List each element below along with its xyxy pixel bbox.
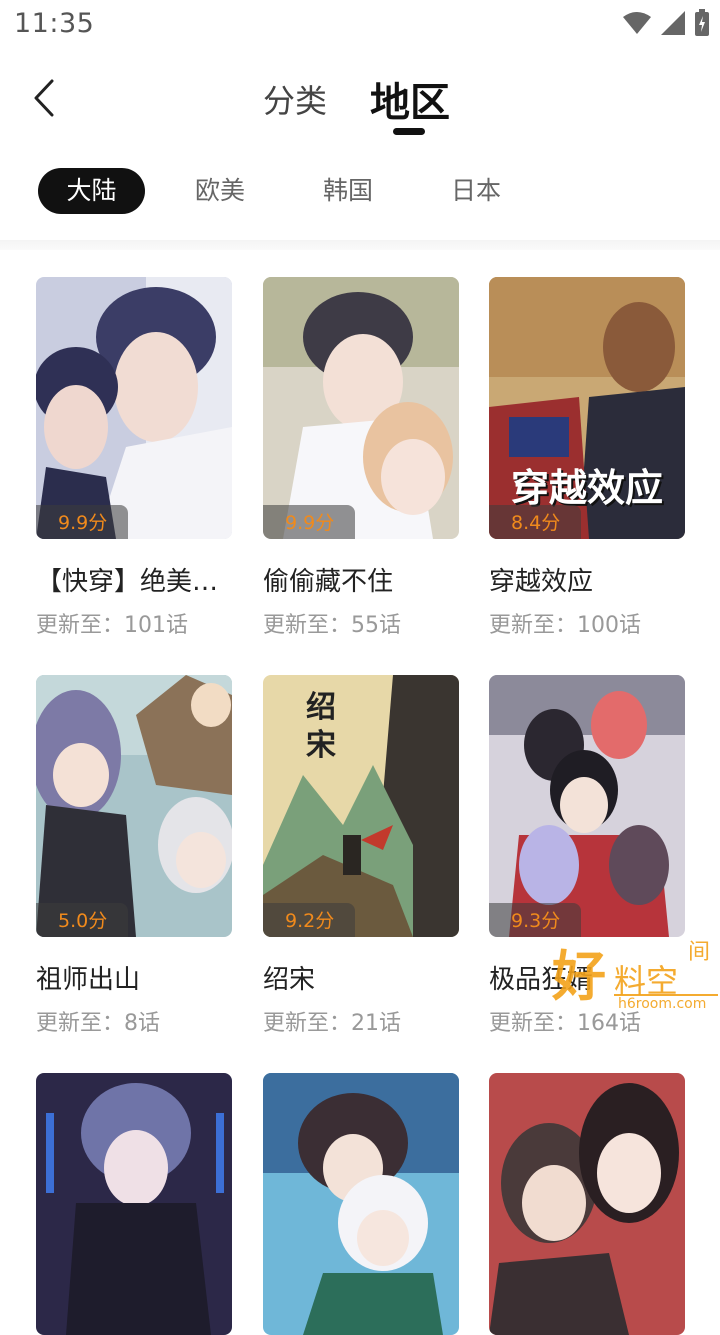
comic-title[interactable]: 绍宋: [263, 959, 463, 996]
cover-illustration: [489, 675, 685, 937]
comic-update: 更新至：55话: [263, 613, 401, 638]
watermark-corner: 间: [688, 940, 711, 965]
score-text: 8.4分: [511, 512, 561, 534]
watermark-main: 好: [552, 945, 606, 1008]
score-badge: 9.2分: [263, 903, 355, 937]
status-icons: [622, 9, 710, 41]
status-time: 11:35: [14, 8, 95, 39]
cover-title-art: 穿越效应: [510, 466, 663, 510]
comic-cover[interactable]: 绍宋 9.2分: [263, 675, 459, 937]
battery-icon: [694, 9, 710, 41]
cover-illustration: [263, 277, 459, 539]
cover-illustration: [36, 675, 232, 937]
active-tab-indicator: [393, 128, 425, 135]
cover-title-art: 绍宋: [306, 690, 336, 763]
filter-chip-western[interactable]: 欧美: [180, 168, 260, 214]
cover-illustration: [263, 675, 459, 937]
section-divider: [0, 240, 720, 250]
score-text: 9.9分: [285, 512, 335, 534]
filter-chip-mainland[interactable]: 大陆: [38, 168, 145, 214]
tab-category[interactable]: 分类: [263, 76, 327, 122]
cell-signal-icon: [660, 10, 686, 40]
comic-cover[interactable]: [489, 1073, 685, 1335]
score-text: 9.9分: [58, 512, 108, 534]
comic-cover[interactable]: 穿越效应 8.4分: [489, 277, 685, 539]
comic-update: 更新至：101话: [36, 613, 188, 638]
score-text: 5.0分: [58, 910, 108, 932]
status-bar: 11:35: [0, 0, 720, 50]
score-text: 9.2分: [285, 910, 335, 932]
region-filter-row: 大陆 欧美 韩国 日本: [0, 168, 720, 216]
chevron-left-icon: [32, 79, 56, 121]
wifi-icon: [622, 11, 652, 39]
score-text: 9.3分: [511, 910, 561, 932]
comic-cover[interactable]: 9.3分: [489, 675, 685, 937]
top-nav: 分类 地区: [0, 60, 720, 140]
cover-illustration: [263, 1073, 459, 1335]
filter-chip-korea[interactable]: 韩国: [308, 168, 388, 214]
filter-chip-japan[interactable]: 日本: [436, 168, 516, 214]
tab-region[interactable]: 地区: [370, 70, 450, 128]
comic-cover[interactable]: 9.9分: [263, 277, 459, 539]
back-button[interactable]: [22, 78, 66, 122]
watermark-logo: 好 料空 间 h6room.com: [548, 932, 720, 1022]
comic-title[interactable]: 祖师出山: [36, 959, 236, 996]
comic-cover[interactable]: 9.9分: [36, 277, 232, 539]
cover-illustration: [489, 1073, 685, 1335]
comic-title[interactable]: 穿越效应: [489, 561, 689, 598]
comic-cover[interactable]: 5.0分: [36, 675, 232, 937]
cover-illustration: [36, 1073, 232, 1335]
comic-cover[interactable]: [263, 1073, 459, 1335]
comic-update: 更新至：100话: [489, 613, 641, 638]
score-badge: 5.0分: [36, 903, 128, 937]
comic-title[interactable]: 【快穿】绝美…: [36, 561, 236, 598]
watermark-url: h6room.com: [618, 996, 707, 1012]
comic-title[interactable]: 偷偷藏不住: [263, 561, 463, 598]
score-badge: 9.9分: [36, 505, 128, 539]
score-badge: 9.9分: [263, 505, 355, 539]
cover-illustration: [36, 277, 232, 539]
comic-cover[interactable]: [36, 1073, 232, 1335]
score-badge: 8.4分: [489, 505, 581, 539]
comic-update: 更新至：8话: [36, 1011, 160, 1036]
comic-update: 更新至：21话: [263, 1011, 401, 1036]
